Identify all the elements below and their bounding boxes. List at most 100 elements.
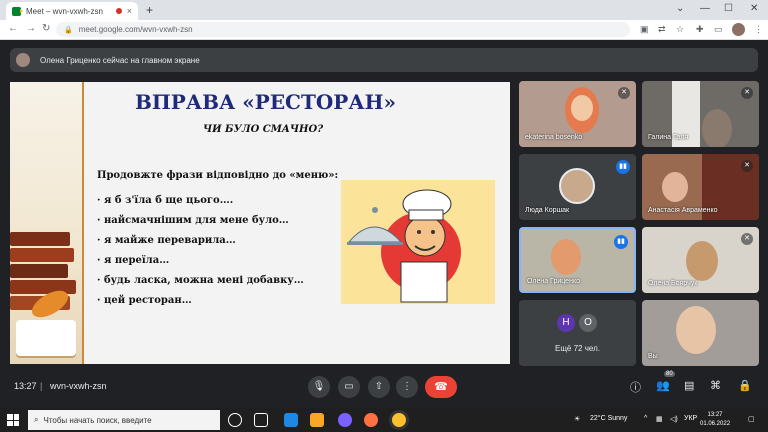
- windows-taskbar: ⌕ Чтобы начать поиск, введите ☀ 22°C Sun…: [0, 408, 768, 432]
- participant-name: ekaterina bosenko: [525, 134, 583, 141]
- participant-tile[interactable]: ▮▮ Люда Коршак: [519, 154, 636, 220]
- language-indicator[interactable]: УКР: [684, 415, 697, 422]
- participant-name: Олена Гриценко: [527, 278, 580, 285]
- mic-off-icon: ✕: [741, 233, 753, 245]
- extensions-icon[interactable]: ✚: [696, 24, 704, 35]
- sidebar-icon[interactable]: ▭: [714, 24, 723, 35]
- speaking-indicator-icon: ▮▮: [614, 235, 628, 249]
- participant-tile[interactable]: ✕ ekaterina bosenko: [519, 81, 636, 147]
- camera-indicator-icon[interactable]: ▣: [640, 24, 649, 35]
- time-separator: |: [40, 381, 43, 391]
- slide-divider: [82, 82, 84, 364]
- books-decoration: [10, 82, 82, 364]
- forward-icon[interactable]: →: [26, 23, 36, 34]
- browser-tab-meet[interactable]: Meet – wvn-vxwh-zsn ×: [6, 2, 138, 20]
- slide-bullet: · я переїла…: [97, 255, 170, 266]
- mic-off-icon: ✕: [741, 87, 753, 99]
- participant-name: Галина Галя: [648, 134, 689, 141]
- leave-call-button[interactable]: ☎: [425, 376, 457, 398]
- more-participants-tile[interactable]: Н О Ещё 72 чел.: [519, 300, 636, 366]
- taskbar-clock[interactable]: 13:27 01.06.2022: [700, 411, 730, 429]
- taskbar-search-placeholder: Чтобы начать поиск, введите: [43, 415, 152, 425]
- people-count-badge: 80: [664, 371, 675, 377]
- notifications-icon[interactable]: ▢: [748, 415, 755, 423]
- slide-bullet: · я майже переварила…: [97, 235, 236, 246]
- chrome-icon[interactable]: [392, 413, 406, 427]
- self-tile[interactable]: Вы: [642, 300, 759, 366]
- participant-name: Анастасія Авраменко: [648, 207, 718, 214]
- translate-icon[interactable]: ⇄: [658, 24, 666, 35]
- slide-lead-text: Продовжте фрази відповідно до «меню»:: [97, 170, 339, 181]
- cortana-icon[interactable]: [228, 413, 242, 427]
- menu-kebab-icon[interactable]: ⋮: [754, 24, 763, 35]
- task-view-icon[interactable]: [254, 413, 268, 427]
- windows-start-icon[interactable]: [7, 414, 19, 426]
- weather-text[interactable]: 22°C Sunny: [590, 415, 627, 422]
- chef-illustration: [341, 180, 495, 304]
- host-controls-icon[interactable]: 🔒: [738, 379, 752, 392]
- network-icon[interactable]: ▦: [656, 415, 663, 423]
- participant-tile[interactable]: ✕ Анастасія Авраменко: [642, 154, 759, 220]
- meet-favicon-icon: [12, 6, 23, 16]
- participant-tile[interactable]: ✕ Галина Галя: [642, 81, 759, 147]
- taskbar-search-box[interactable]: ⌕ Чтобы начать поиск, введите: [28, 410, 220, 430]
- viber-icon[interactable]: [338, 413, 352, 427]
- profile-avatar[interactable]: [732, 23, 745, 36]
- slide-subtitle: ЧИ БУЛО СМАЧНО?: [203, 124, 324, 135]
- meeting-code: wvn-vxwh-zsn: [50, 381, 107, 391]
- meeting-info-icon[interactable]: ⓘ: [630, 379, 641, 395]
- meeting-time: 13:27: [14, 381, 37, 391]
- search-icon: ⌕: [34, 415, 39, 424]
- taskbar-time: 13:27: [707, 412, 723, 418]
- volume-icon[interactable]: ◁): [670, 415, 678, 423]
- participant-name: Олена Боярчук: [648, 280, 698, 287]
- new-tab-button[interactable]: +: [146, 3, 153, 17]
- participant-name: Вы: [648, 353, 658, 360]
- participant-tile[interactable]: ✕ Олена Боярчук: [642, 227, 759, 293]
- mic-off-icon: ✕: [741, 160, 753, 172]
- more-avatar: Н: [557, 314, 575, 332]
- tab-search-icon[interactable]: ⌄: [676, 3, 684, 14]
- tab-close-icon[interactable]: ×: [127, 6, 132, 16]
- activities-icon[interactable]: ⌘: [710, 379, 721, 392]
- firefox-icon[interactable]: [364, 413, 378, 427]
- tab-title: Meet – wvn-vxwh-zsn: [26, 6, 103, 16]
- presenting-banner: Олена Гриценко сейчас на главном экране: [10, 48, 758, 72]
- mic-off-icon: ✕: [618, 87, 630, 99]
- speaking-indicator-icon: ▮▮: [616, 160, 630, 174]
- slide-title: ВПРАВА «РЕСТОРАН»: [135, 90, 397, 114]
- microphone-button[interactable]: 🎙: [308, 376, 330, 398]
- slide-bullet: · я б з'їла б ще цього….: [97, 195, 234, 206]
- tray-expand-icon[interactable]: ^: [644, 415, 647, 422]
- camera-button[interactable]: ▭: [338, 376, 360, 398]
- browser-toolbar: ← → ↻ 🔒 meet.google.com/wvn-vxwh-zsn ▣ ⇄…: [0, 20, 768, 40]
- slide-bullet: · цей ресторан…: [97, 295, 192, 306]
- reload-icon[interactable]: ↻: [42, 23, 50, 34]
- participant-name: Люда Коршак: [525, 207, 570, 214]
- more-avatar: О: [579, 314, 597, 332]
- weather-icon[interactable]: ☀: [574, 415, 580, 423]
- participant-tile[interactable]: ▮▮ Олена Гриценко: [519, 227, 636, 293]
- close-window-icon[interactable]: ✕: [750, 3, 758, 14]
- bookmark-star-icon[interactable]: ☆: [676, 24, 684, 35]
- browser-tab-bar: Meet – wvn-vxwh-zsn × + ⌄ — ☐ ✕: [0, 0, 768, 20]
- slide-bullet: · будь ласка, можна мені добавку…: [97, 275, 304, 286]
- shared-screen: ВПРАВА «РЕСТОРАН» ЧИ БУЛО СМАЧНО? Продов…: [10, 82, 510, 364]
- address-bar[interactable]: 🔒 meet.google.com/wvn-vxwh-zsn: [56, 22, 630, 37]
- maximize-icon[interactable]: ☐: [724, 3, 733, 14]
- more-options-button[interactable]: ⋮: [396, 376, 418, 398]
- minimize-icon[interactable]: —: [700, 3, 710, 14]
- chat-icon[interactable]: ▤: [684, 379, 694, 392]
- slide-bullet-list: · я б з'їла б ще цього…. · найсмачнішим …: [97, 194, 304, 314]
- lock-icon: 🔒: [64, 26, 73, 34]
- store-icon[interactable]: [284, 413, 298, 427]
- people-icon[interactable]: 👥: [656, 379, 670, 392]
- more-participants-label: Ещё 72 чел.: [555, 344, 600, 353]
- presenter-avatar: [16, 53, 30, 67]
- present-screen-button[interactable]: ⇧: [368, 376, 390, 398]
- taskbar-date: 01.06.2022: [700, 421, 731, 427]
- slide-bullet: · найсмачнішим для мене було…: [97, 215, 289, 226]
- back-icon[interactable]: ←: [8, 23, 18, 34]
- url-text: meet.google.com/wvn-vxwh-zsn: [78, 25, 193, 34]
- file-explorer-icon[interactable]: [310, 413, 324, 427]
